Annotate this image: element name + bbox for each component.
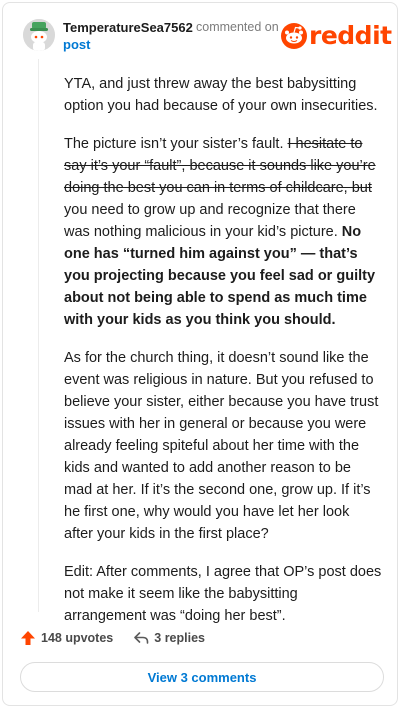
commented-on-text: commented on (196, 20, 279, 34)
p2-plain-text: The picture isn’t your sister’s fault. (64, 136, 288, 152)
comment-author[interactable]: TemperatureSea7562 (63, 20, 193, 35)
reddit-logo[interactable]: reddit (281, 22, 392, 50)
comment-footer: 148 upvotes 3 replies (20, 627, 205, 649)
thread-line[interactable] (38, 59, 39, 612)
replies-button[interactable]: 3 replies (133, 630, 205, 646)
upvote-count: 148 upvotes (41, 631, 114, 645)
snoo-avatar-icon (23, 19, 55, 51)
reddit-wordmark: reddit (309, 21, 392, 50)
comment-body: YTA, and just threw away the best babysi… (64, 73, 382, 643)
upvote-button[interactable]: 148 upvotes (20, 630, 113, 646)
upvote-arrow-icon (21, 631, 35, 645)
post-link[interactable]: post (63, 37, 90, 52)
comment-paragraph-1: YTA, and just threw away the best babysi… (64, 76, 378, 114)
p2-middle-text: you need to grow up and recognize that t… (64, 202, 356, 240)
comment-paragraph-2: The picture isn’t your sister’s fault. I… (64, 133, 382, 331)
comment-paragraph-3: As for the church thing, it doesn’t soun… (64, 350, 379, 542)
user-avatar[interactable] (23, 19, 55, 51)
view-comments-button[interactable]: View 3 comments (20, 662, 384, 692)
reply-arrow-icon (134, 632, 149, 644)
reply-count: 3 replies (154, 631, 205, 645)
comment-paragraph-4: Edit: After comments, I agree that OP’s … (64, 564, 382, 624)
comment-card: TemperatureSea7562 commented on post red… (2, 2, 398, 706)
reddit-alien-icon (281, 23, 307, 49)
